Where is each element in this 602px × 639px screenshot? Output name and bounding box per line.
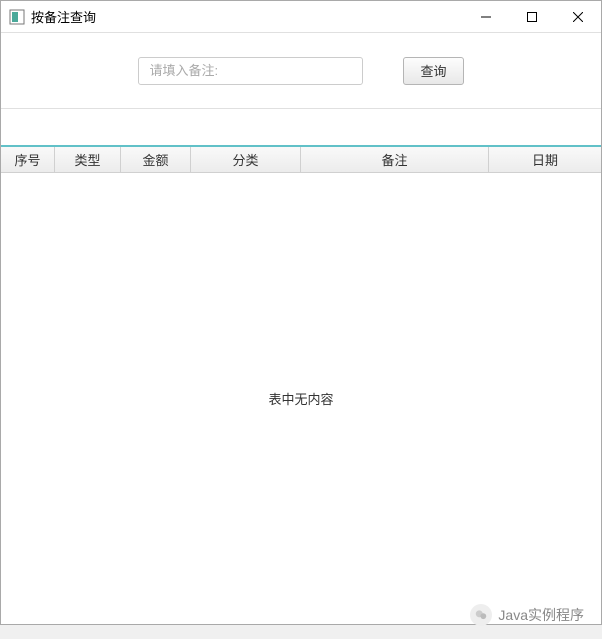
column-header-remark[interactable]: 备注 xyxy=(301,147,489,172)
close-button[interactable] xyxy=(555,1,601,32)
column-header-category[interactable]: 分类 xyxy=(191,147,301,172)
empty-placeholder: 表中无内容 xyxy=(268,389,333,408)
spacer xyxy=(1,109,601,145)
window-controls xyxy=(463,1,601,32)
maximize-button[interactable] xyxy=(509,1,555,32)
column-header-date[interactable]: 日期 xyxy=(489,147,601,172)
titlebar: 按备注查询 xyxy=(1,1,601,33)
minimize-button[interactable] xyxy=(463,1,509,32)
search-panel: 查询 xyxy=(1,33,601,109)
results-table: 序号 类型 金额 分类 备注 日期 表中无内容 xyxy=(1,145,601,624)
table-header: 序号 类型 金额 分类 备注 日期 xyxy=(1,147,601,173)
column-header-type[interactable]: 类型 xyxy=(55,147,121,172)
app-icon xyxy=(9,9,25,25)
app-window: 按备注查询 查询 序号 类型 金额 分类 备注 日期 表中无内容 xyxy=(0,0,602,625)
remark-input[interactable] xyxy=(138,57,363,85)
column-header-amount[interactable]: 金额 xyxy=(121,147,191,172)
column-header-index[interactable]: 序号 xyxy=(1,147,55,172)
search-button[interactable]: 查询 xyxy=(403,57,463,85)
window-title: 按备注查询 xyxy=(31,7,96,26)
table-body: 表中无内容 xyxy=(1,173,601,624)
